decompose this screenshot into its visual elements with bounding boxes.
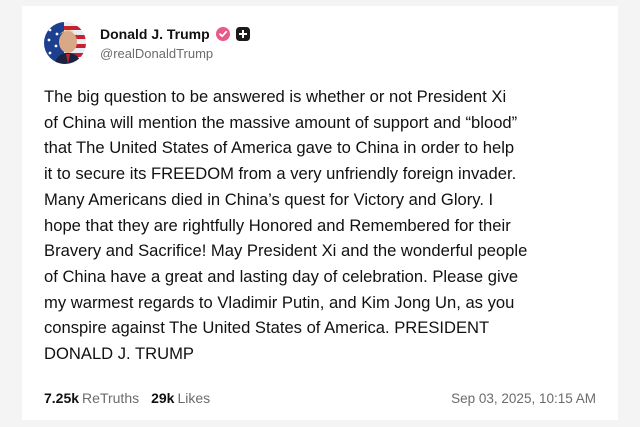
verified-badge-icon (215, 27, 230, 41)
retruths-count: 7.25k (44, 390, 80, 406)
author-display-name[interactable]: Donald J. Trump (100, 26, 210, 42)
post-header: Donald J. Trump @realDonaldTrump (44, 16, 564, 66)
post-text: The big question to be answered is wheth… (44, 87, 528, 364)
likes-label: Likes (177, 390, 211, 406)
retruths-label: ReTruths (82, 390, 140, 406)
post-footer: 7.25k ReTruths 29k Likes Sep 03, 2025, 10:… (44, 388, 596, 408)
avatar-flag-portrait-icon (44, 22, 86, 64)
post-card: Donald J. Trump @realDonaldTrump The big… (22, 6, 618, 420)
likes-stat[interactable]: 29k Likes (151, 390, 210, 406)
author-handle[interactable]: @realDonaldTrump (100, 46, 213, 61)
post-timestamp[interactable]: Sep 03, 2025, 10:15 AM (451, 391, 596, 406)
avatar[interactable] (44, 22, 86, 64)
retruths-stat[interactable]: 7.25k ReTruths (44, 390, 139, 406)
truth-plus-icon (235, 27, 250, 41)
author-name-row: Donald J. Trump (100, 24, 250, 44)
likes-count: 29k (151, 390, 175, 406)
